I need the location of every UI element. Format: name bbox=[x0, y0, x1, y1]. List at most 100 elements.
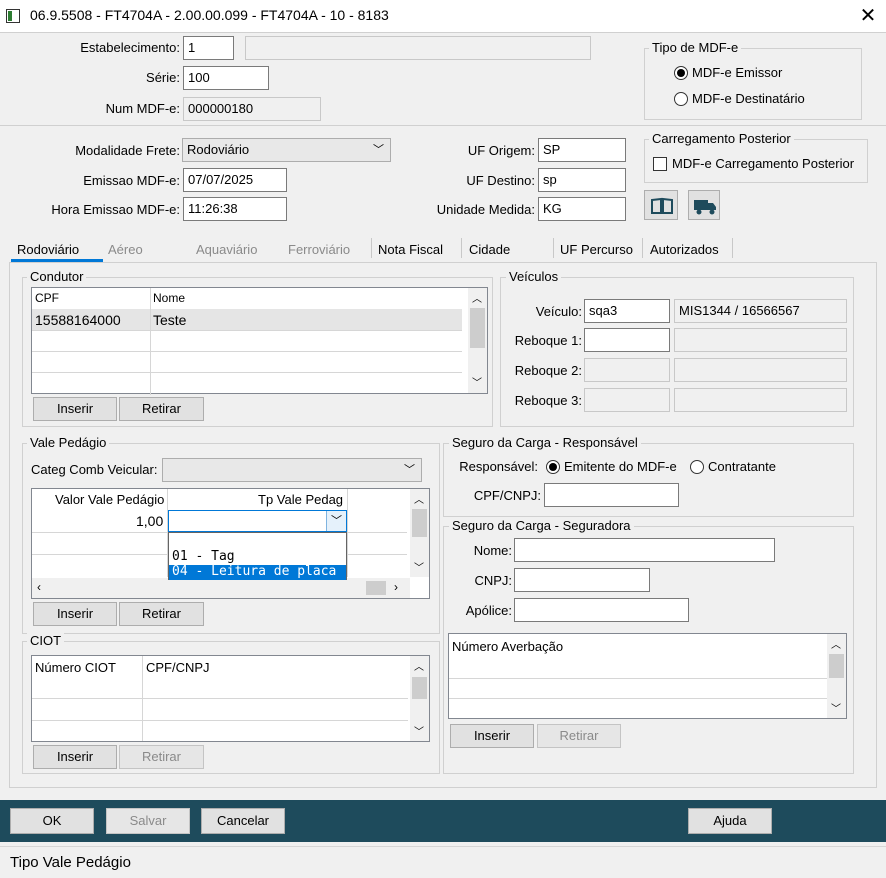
grid-line bbox=[449, 698, 827, 699]
averbacao-inserir-button[interactable]: Inserir bbox=[450, 724, 534, 748]
averbacao-col: Número Averbação bbox=[452, 639, 564, 654]
emissao-field[interactable]: 07/07/2025 bbox=[183, 168, 287, 192]
dropdown-option-selected[interactable]: 04 - Leitura de placa bbox=[169, 565, 346, 580]
truck-button[interactable] bbox=[688, 190, 720, 220]
averbacao-grid[interactable]: Número Averbação ︿ ﹀ bbox=[448, 633, 847, 719]
uf-destino-label: UF Destino: bbox=[466, 173, 535, 188]
tipo-mdfe-group bbox=[644, 48, 862, 120]
chevron-up-icon[interactable]: ︿ bbox=[472, 290, 482, 305]
radio-emissor-label[interactable]: MDF-e Emissor bbox=[692, 65, 782, 80]
radio-contratante[interactable] bbox=[690, 460, 704, 474]
chevron-left-icon[interactable]: ‹ bbox=[37, 580, 41, 594]
reboque2-label: Reboque 2: bbox=[514, 363, 582, 378]
veiculo-field[interactable]: sqa3 bbox=[584, 299, 670, 323]
chevron-down-icon[interactable]: ﹀ bbox=[831, 700, 841, 715]
ciot-scrollbar[interactable]: ︿ ﹀ bbox=[410, 656, 429, 741]
scroll-thumb[interactable] bbox=[470, 308, 485, 348]
condutor-grid[interactable]: CPF Nome 15588164000 Teste ︿ ﹀ bbox=[31, 287, 488, 395]
condutor-cpf-cell: 15588164000 bbox=[35, 312, 121, 328]
tab-autorizados[interactable]: Autorizados bbox=[650, 241, 719, 261]
unidade-field[interactable]: KG bbox=[538, 197, 626, 221]
condutor-retirar-button[interactable]: Retirar bbox=[119, 397, 204, 421]
cpf-cnpj-label: CPF/CNPJ: bbox=[473, 488, 541, 503]
radio-emitente[interactable] bbox=[546, 460, 560, 474]
tab-rodoviario[interactable]: Rodoviário bbox=[17, 241, 79, 261]
tp-vale-dropdown-list[interactable]: 01 - Tag 04 - Leitura de placa bbox=[168, 532, 347, 580]
tipo-mdfe-title: Tipo de MDF-e bbox=[649, 40, 742, 55]
vale-retirar-button[interactable]: Retirar bbox=[119, 602, 204, 626]
scroll-thumb[interactable] bbox=[412, 677, 427, 699]
ok-button[interactable]: OK bbox=[10, 808, 94, 834]
cancelar-button[interactable]: Cancelar bbox=[201, 808, 285, 834]
tab-separator bbox=[461, 238, 462, 258]
scroll-thumb[interactable] bbox=[412, 509, 427, 537]
averbacao-retirar-button[interactable]: Retirar bbox=[537, 724, 621, 748]
responsavel-label: Responsável: bbox=[459, 459, 538, 474]
grid-line bbox=[347, 489, 348, 577]
radio-emissor[interactable] bbox=[674, 66, 688, 80]
categ-select[interactable]: ﹀ bbox=[162, 458, 422, 482]
chevron-down-icon[interactable]: ﹀ bbox=[414, 559, 424, 574]
radio-destinatario-label[interactable]: MDF-e Destinatário bbox=[692, 91, 805, 106]
chevron-up-icon[interactable]: ︿ bbox=[414, 491, 424, 506]
book-button[interactable] bbox=[644, 190, 678, 220]
scroll-thumb[interactable] bbox=[366, 581, 386, 595]
hora-label: Hora Emissao MDF-e: bbox=[51, 202, 180, 217]
vale-v-scrollbar[interactable]: ︿ ﹀ bbox=[410, 489, 429, 577]
serie-label: Série: bbox=[146, 70, 180, 85]
table-row[interactable]: 15588164000 Teste bbox=[32, 309, 462, 330]
combo-arrow-button[interactable]: ﹀ bbox=[326, 511, 346, 531]
vale-pedagio-title: Vale Pedágio bbox=[27, 435, 110, 450]
tab-ferroviario[interactable]: Ferroviário bbox=[288, 241, 350, 261]
radio-emitente-label[interactable]: Emitente do MDF-e bbox=[564, 459, 677, 474]
carregamento-checkbox-label[interactable]: MDF-e Carregamento Posterior bbox=[672, 156, 854, 171]
vale-h-scrollbar[interactable]: ‹ › bbox=[32, 578, 410, 598]
radio-destinatario[interactable] bbox=[674, 92, 688, 106]
ciot-retirar-button[interactable]: Retirar bbox=[119, 745, 204, 769]
chevron-right-icon[interactable]: › bbox=[394, 580, 398, 594]
close-icon[interactable]: ✕ bbox=[856, 4, 880, 28]
nome-field[interactable] bbox=[514, 538, 775, 562]
salvar-button[interactable]: Salvar bbox=[106, 808, 190, 834]
vale-inserir-button[interactable]: Inserir bbox=[33, 602, 117, 626]
seguro-resp-title: Seguro da Carga - Responsável bbox=[449, 435, 641, 450]
uf-origem-field[interactable]: SP bbox=[538, 138, 626, 162]
tab-aereo[interactable]: Aéreo bbox=[108, 241, 143, 261]
scroll-thumb[interactable] bbox=[829, 654, 844, 678]
radio-contratante-label[interactable]: Contratante bbox=[708, 459, 776, 474]
veiculo-desc-field: MIS1344 / 16566567 bbox=[674, 299, 847, 323]
chevron-up-icon[interactable]: ︿ bbox=[831, 636, 841, 651]
apolice-field[interactable] bbox=[514, 598, 689, 622]
cnpj-field[interactable] bbox=[514, 568, 650, 592]
carregamento-checkbox[interactable] bbox=[653, 157, 667, 171]
veiculo-label: Veículo: bbox=[535, 304, 582, 319]
chevron-up-icon[interactable]: ︿ bbox=[414, 658, 424, 673]
tab-aquaviario[interactable]: Aquaviário bbox=[196, 241, 257, 261]
averbacao-scrollbar[interactable]: ︿ ﹀ bbox=[827, 634, 846, 718]
reboque1-field[interactable] bbox=[584, 328, 670, 352]
modalidade-select[interactable]: Rodoviário ﹀ bbox=[182, 138, 391, 162]
tab-nota-fiscal[interactable]: Nota Fiscal bbox=[378, 241, 443, 261]
cpf-cnpj-field[interactable] bbox=[544, 483, 679, 507]
tab-cidade[interactable]: Cidade bbox=[469, 241, 510, 261]
serie-field[interactable]: 100 bbox=[183, 66, 269, 90]
ciot-grid[interactable]: Número CIOT CPF/CNPJ ︿ ﹀ bbox=[31, 655, 430, 742]
chevron-down-icon[interactable]: ﹀ bbox=[414, 723, 424, 738]
tp-vale-combo[interactable]: ﹀ bbox=[168, 510, 347, 532]
reboque1-label: Reboque 1: bbox=[514, 333, 582, 348]
hora-field[interactable]: 11:26:38 bbox=[183, 197, 287, 221]
estabelecimento-field[interactable]: 1 bbox=[183, 36, 234, 60]
ajuda-button[interactable]: Ajuda bbox=[688, 808, 772, 834]
grid-line bbox=[32, 330, 462, 331]
grid-line bbox=[32, 698, 408, 699]
veiculos-title: Veículos bbox=[506, 269, 562, 284]
tab-uf-percurso[interactable]: UF Percurso bbox=[560, 241, 633, 261]
chevron-down-icon[interactable]: ﹀ bbox=[472, 374, 482, 389]
dropdown-option[interactable]: 01 - Tag bbox=[172, 549, 235, 564]
condutor-inserir-button[interactable]: Inserir bbox=[33, 397, 117, 421]
seguro-seg-title: Seguro da Carga - Seguradora bbox=[449, 518, 634, 533]
condutor-scrollbar[interactable]: ︿ ﹀ bbox=[468, 288, 487, 393]
apolice-label: Apólice: bbox=[465, 603, 512, 618]
uf-destino-field[interactable]: sp bbox=[538, 168, 626, 192]
ciot-inserir-button[interactable]: Inserir bbox=[33, 745, 117, 769]
